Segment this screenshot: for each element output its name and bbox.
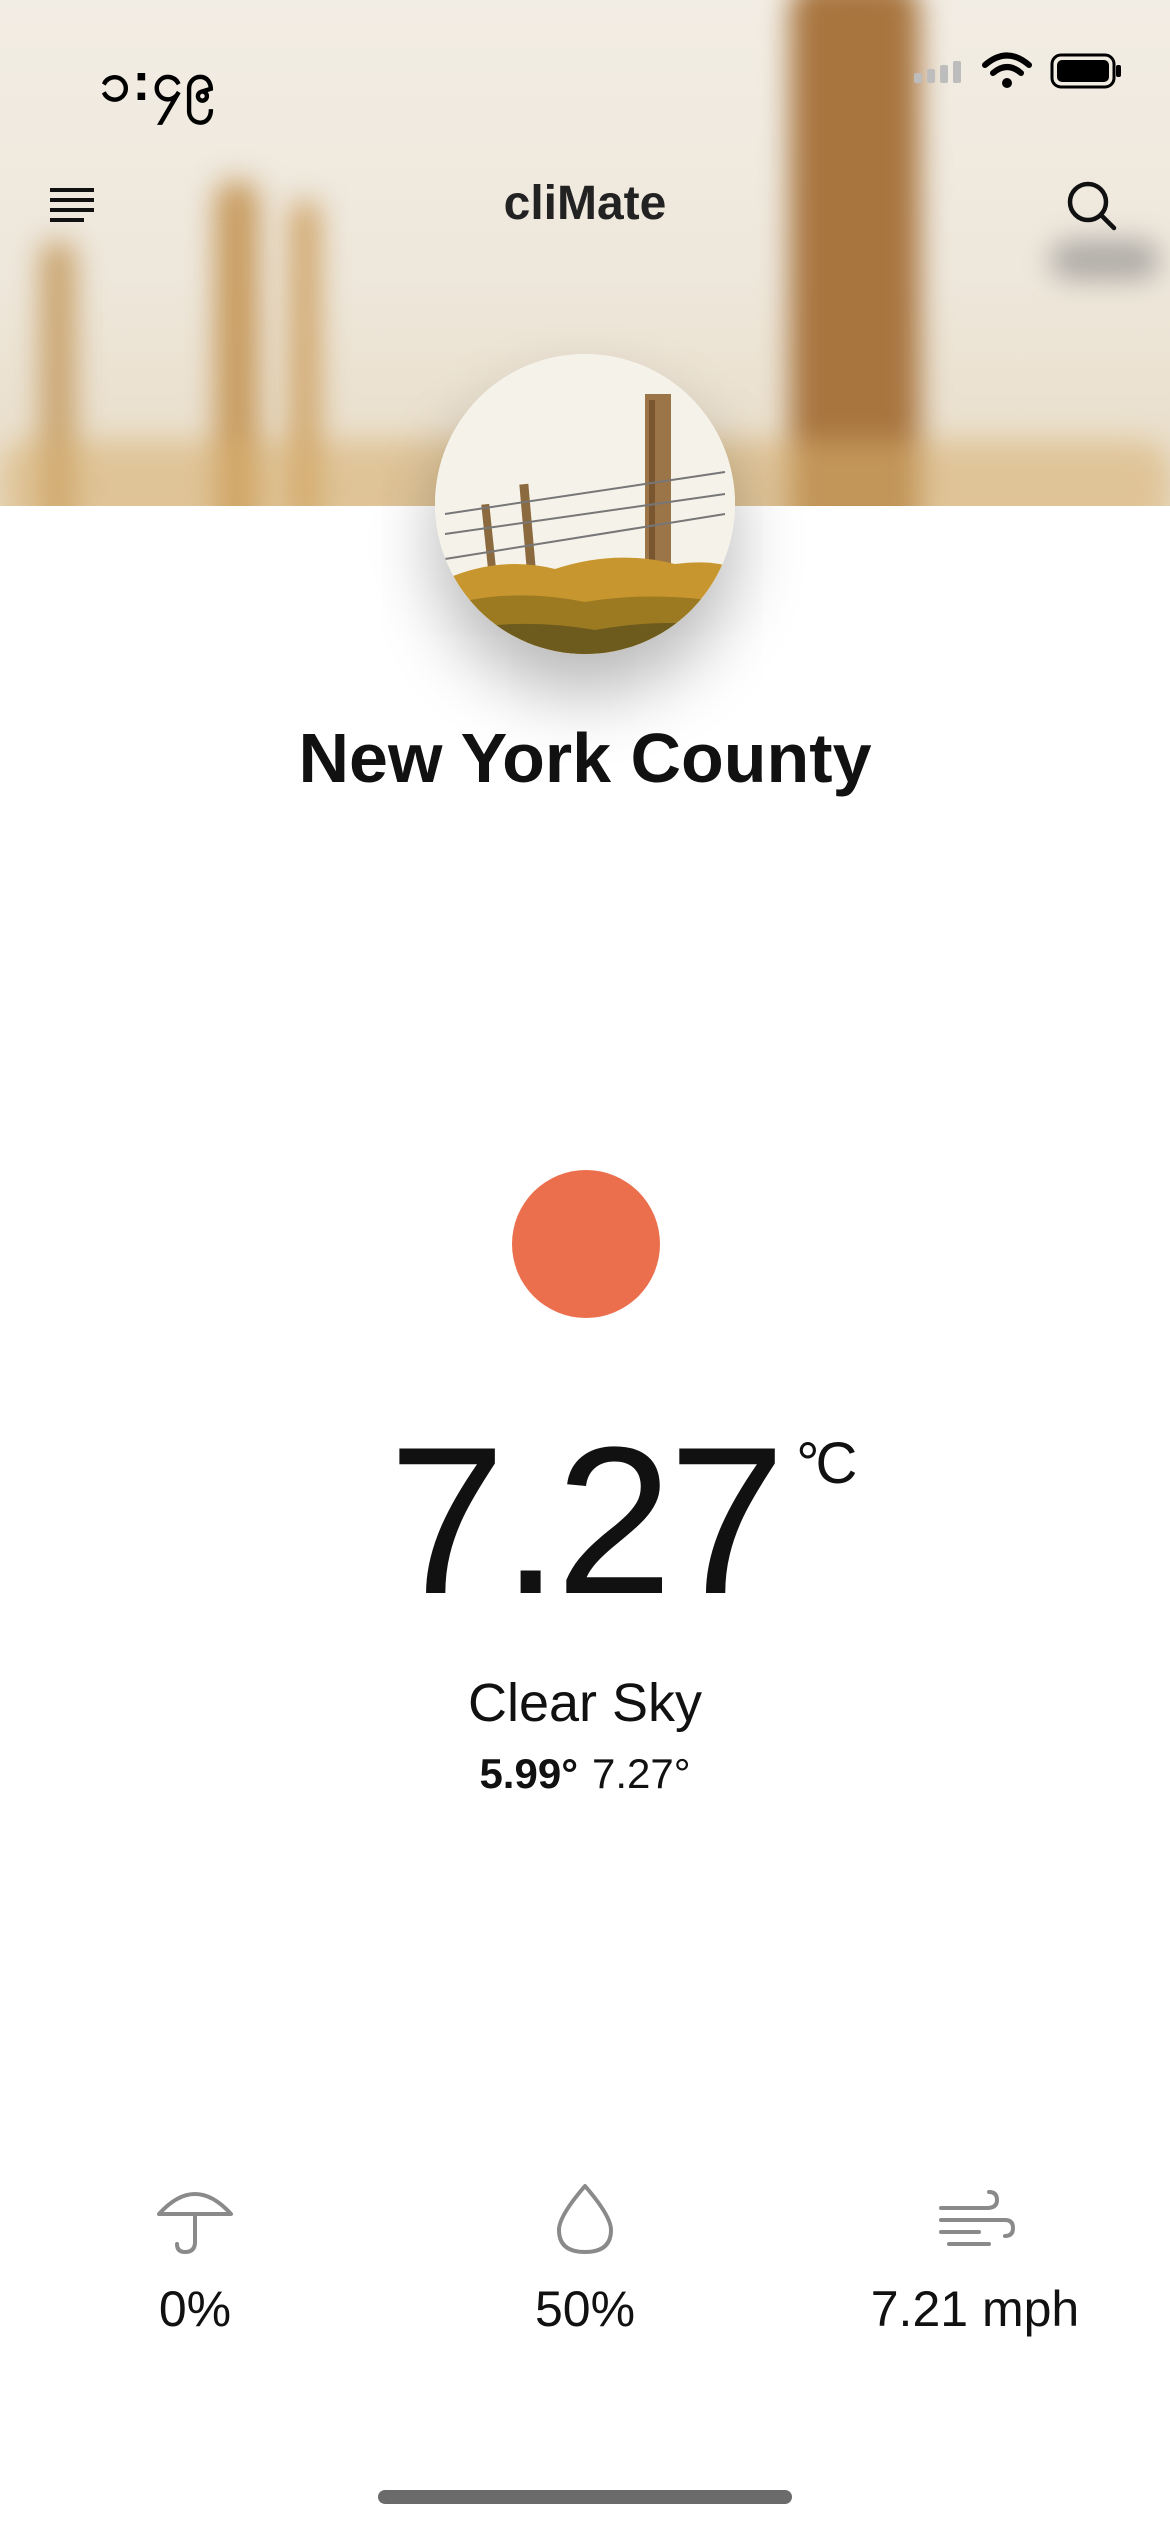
search-icon	[1067, 181, 1117, 231]
location-name: New York County	[298, 719, 872, 797]
umbrella-icon	[157, 2192, 233, 2255]
home-indicator[interactable]	[378, 2490, 792, 2504]
wifi-icon	[982, 52, 1032, 88]
temperature-value: 7.27	[388, 1403, 786, 1638]
temperature-range: 5.99° 7.27°	[0, 1750, 1170, 1798]
humidity-stat: 50%	[435, 2180, 735, 2338]
sun-icon	[512, 1170, 660, 1318]
temperature-unit: °C	[796, 1431, 857, 1496]
search-button[interactable]	[1062, 176, 1122, 236]
battery-icon	[1050, 53, 1121, 89]
low-temperature: 5.99°	[479, 1750, 578, 1797]
status-icons	[914, 52, 1122, 90]
wind-value: 7.21 mph	[870, 2281, 1080, 2337]
temperature-display: 7.27 °C	[0, 1400, 1170, 1642]
wind-stat: 7.21 mph	[825, 2180, 1125, 2338]
wind-icon	[939, 2190, 1015, 2246]
precipitation-value: 0%	[158, 2281, 232, 2337]
high-temperature: 7.27°	[592, 1750, 691, 1797]
location-photo	[435, 354, 735, 654]
droplet-icon	[557, 2184, 613, 2254]
app-title: cliMate	[503, 177, 667, 230]
cellular-signal-icon	[914, 61, 961, 83]
precipitation-stat: 0%	[45, 2180, 345, 2338]
humidity-value: 50%	[534, 2281, 636, 2337]
weather-condition: Clear Sky	[467, 1673, 703, 1733]
weather-screen: ၁:၄၉ cliMate New York County 7.27 °C Cle…	[0, 0, 1170, 2532]
status-time: ၁:၄၉	[100, 52, 218, 112]
